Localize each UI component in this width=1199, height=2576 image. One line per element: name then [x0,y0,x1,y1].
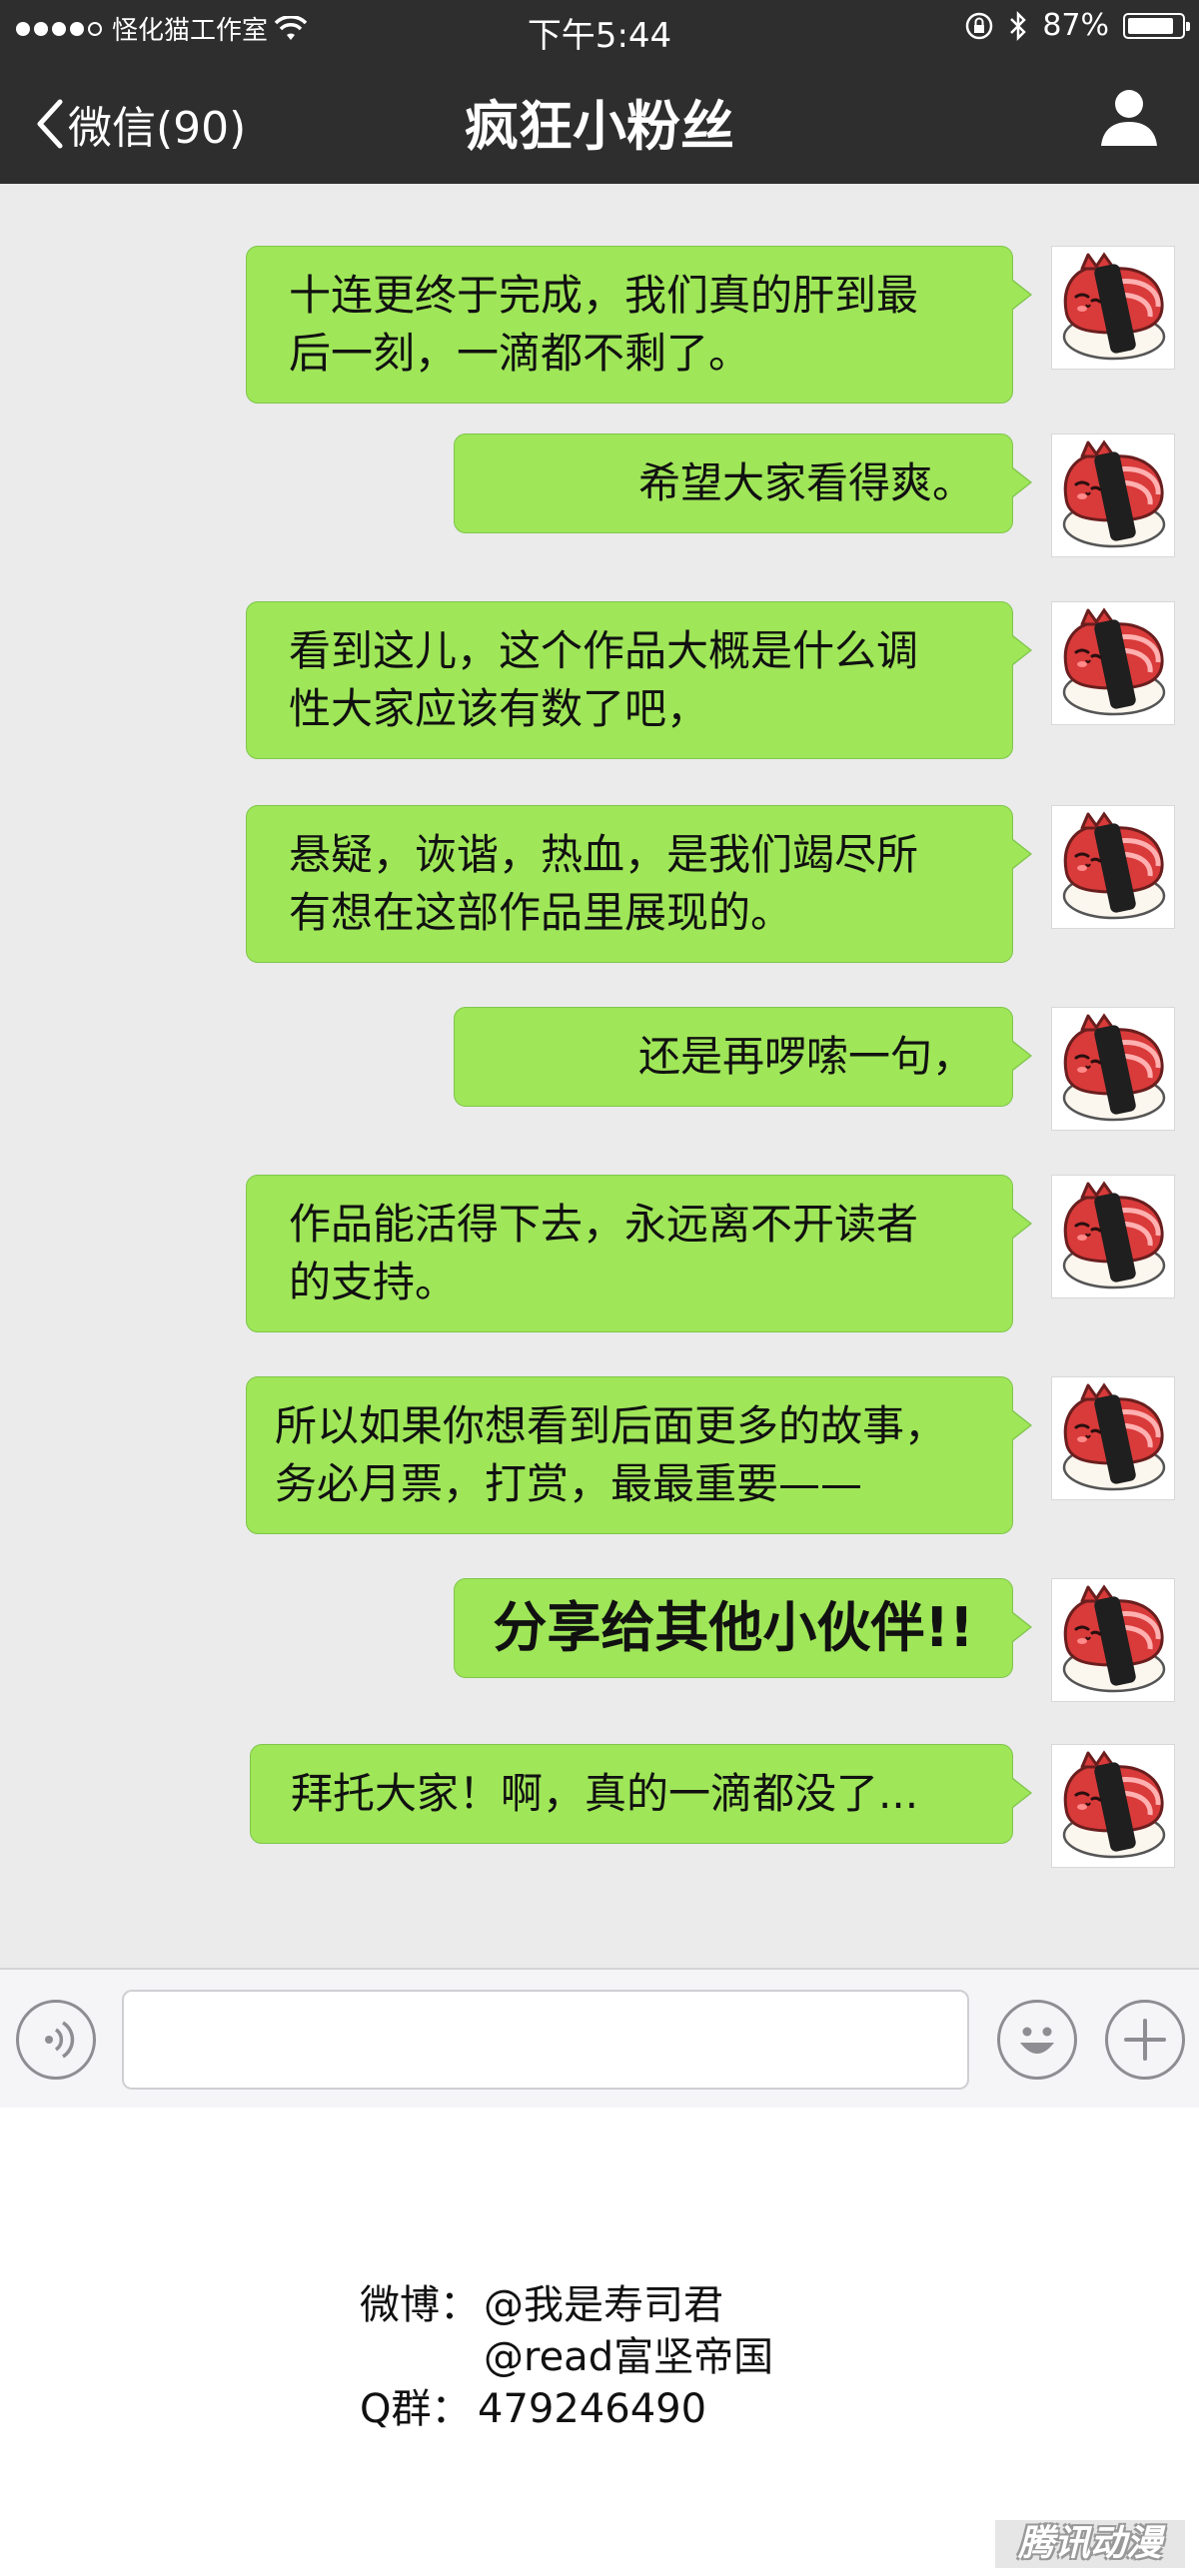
avatar[interactable] [1051,1578,1175,1702]
message-text: 看到这儿，这个作品大概是什么调 性大家应该有数了吧， [289,626,919,733]
status-right: 87% [964,8,1190,43]
qq-number: 479246490 [478,2386,707,2432]
credits: 微博： @我是寿司君 @read富坚帝国 Q群： 479246490 [360,2279,773,2435]
voice-icon [45,2021,75,2059]
message-bubble[interactable]: 作品能活得下去，永远离不开读者 的支持。 [246,1175,1032,1332]
message-input[interactable] [122,1990,969,2090]
message-text: 拜托大家！啊，真的一滴都没了... [291,1769,919,1818]
message-text: 作品能活得下去，永远离不开读者 的支持。 [289,1200,919,1306]
sushi-cat-avatar-icon [1062,1181,1166,1289]
qq-label: Q群： [360,2386,472,2432]
avatar[interactable] [1051,1744,1175,1868]
chat-title: 疯狂小粉丝 [465,95,734,158]
avatar[interactable] [1051,433,1175,557]
message-bubble[interactable]: 分享给其他小伙伴!! [454,1578,1032,1678]
sushi-cat-avatar-icon [1062,252,1166,361]
message-bubble[interactable]: 还是再啰嗦一句， [454,1007,1032,1107]
rotation-lock-icon [966,12,993,39]
message-bubble[interactable]: 悬疑，诙谐，热血，是我们竭尽所 有想在这部作品里展现的。 [246,805,1032,963]
bluetooth-icon [1010,10,1027,41]
message-bubble[interactable]: 看到这儿，这个作品大概是什么调 性大家应该有数了吧， [246,601,1032,759]
weibo-handle-secondary: @read富坚帝国 [484,2334,774,2380]
message-text: 十连更终于完成，我们真的肝到最 后一刻，一滴都不剩了。 [289,271,919,378]
battery-level [1128,17,1173,34]
avatar[interactable] [1051,246,1175,370]
avatar[interactable] [1051,601,1175,725]
sushi-cat-avatar-icon [1062,1382,1166,1491]
add-button[interactable] [1105,2000,1185,2080]
battery-percent: 87% [1042,8,1109,43]
profile-icon[interactable] [1099,86,1159,148]
message-bubble[interactable]: 拜托大家！啊，真的一滴都没了... [250,1744,1032,1844]
weibo-handle: @我是寿司君 [484,2282,723,2328]
weibo-row: 微博： @我是寿司君 [360,2279,773,2331]
message-bubble[interactable]: 希望大家看得爽。 [454,433,1032,533]
plus-icon [1124,2019,1166,2061]
voice-button[interactable] [16,2000,96,2080]
watermark-logo: 腾讯动漫 [995,2520,1185,2568]
sushi-cat-avatar-icon [1062,439,1166,548]
battery-icon [1123,12,1190,39]
avatar[interactable] [1051,1376,1175,1500]
avatar[interactable] [1051,1175,1175,1298]
chat-area[interactable]: 十连更终于完成，我们真的肝到最 后一刻，一滴都不剩了。 希望大家看得爽。 看到这… [0,184,1199,1968]
weibo-label: 微博： [360,2282,480,2328]
message-text: 所以如果你想看到后面更多的故事， 务必月票，打赏，最最重要—— [275,1401,947,1508]
sushi-cat-avatar-icon [1062,811,1166,920]
message-text: 希望大家看得爽。 [637,458,974,507]
input-bar [0,1968,1199,2108]
message-text: 分享给其他小伙伴!! [493,1596,974,1659]
sushi-cat-avatar-icon [1062,1584,1166,1693]
message-text: 悬疑，诙谐，热血，是我们竭尽所 有想在这部作品里展现的。 [289,830,919,937]
avatar[interactable] [1051,1007,1175,1131]
message-text: 还是再啰嗦一句， [637,1032,974,1081]
avatar[interactable] [1051,805,1175,929]
nav-bar: 微信(90) 疯狂小粉丝 [0,56,1199,184]
message-bubble[interactable]: 十连更终于完成，我们真的肝到最 后一刻，一滴都不剩了。 [246,246,1032,404]
qq-row: Q群： 479246490 [360,2383,773,2435]
status-bar: 怪化猫工作室 下午5:44 87% [0,0,1199,56]
sushi-cat-avatar-icon [1062,607,1166,716]
emoji-icon [1020,2027,1054,2054]
sushi-cat-avatar-icon [1062,1750,1166,1859]
emoji-button[interactable] [997,2000,1077,2080]
sushi-cat-avatar-icon [1062,1013,1166,1122]
message-bubble[interactable]: 所以如果你想看到后面更多的故事， 务必月票，打赏，最最重要—— [246,1376,1032,1534]
